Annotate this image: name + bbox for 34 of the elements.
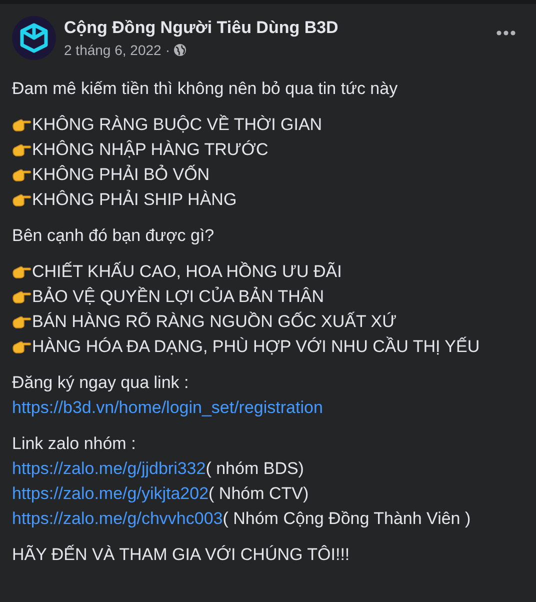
bullet-text: KHÔNG PHẢI BỎ VỐN (32, 164, 210, 186)
bullet-text: BÁN HÀNG RÕ RÀNG NGUỒN GỐC XUẤT XỨ (32, 310, 397, 333)
author-name[interactable]: Cộng Đồng Người Tiêu Dùng B3D (64, 17, 338, 39)
post-text: Link zalo nhóm : (12, 433, 137, 455)
separator: · (165, 41, 170, 59)
bullet-text: KHÔNG NHẬP HÀNG TRƯỚC (32, 139, 268, 161)
link-note: ( nhóm BDS) (206, 459, 304, 478)
globe-icon[interactable] (174, 44, 186, 56)
pointing-hand-icon (12, 142, 32, 158)
cube-logo-icon[interactable] (12, 16, 56, 60)
link[interactable]: https://b3d.vn/home/login_set/registration (12, 398, 323, 417)
link[interactable]: https://zalo.me/g/jjdbri332 (12, 459, 206, 478)
pointing-hand-icon (12, 288, 32, 304)
post-text: Bên cạnh đó bạn được gì? (12, 225, 216, 247)
bullet-text: KHÔNG PHẢI SHIP HÀNG (32, 188, 237, 211)
more-options-icon[interactable] (496, 30, 516, 36)
pointing-hand-icon (12, 314, 32, 330)
post-text: Đam mê kiếm tiền thì không nên bỏ qua tin tức này (12, 78, 399, 100)
link-note: ( Nhóm Cộng Đồng Thành Viên ) (222, 509, 471, 528)
pointing-hand-icon (12, 166, 32, 182)
pointing-hand-icon (12, 338, 32, 354)
post-text: HÃY ĐẾN VÀ THAM GIA VỚI CHÚNG TÔI!!! (12, 544, 351, 566)
bullet-text: KHÔNG RÀNG BUỘC VỀ THỜI GIAN (32, 114, 322, 136)
link-note: ( Nhóm CTV) (208, 484, 309, 503)
pointing-hand-icon (12, 116, 32, 132)
bullet-text: CHIẾT KHẤU CAO, HOA HỒNG ƯU ĐÃI (32, 260, 342, 283)
post-text: Đăng ký ngay qua link : (12, 372, 190, 394)
post-date[interactable]: 2 tháng 6, 2022 (64, 41, 162, 59)
pointing-hand-icon (12, 192, 32, 208)
bullet-text: HÀNG HÓA ĐA DẠNG, PHÙ HỢP VỚI NHU CẦU THỊ YẾU (32, 336, 480, 358)
pointing-hand-icon (12, 264, 32, 280)
bullet-text: BẢO VỆ QUYỀN LỢI CỦA BẢN THÂN (32, 286, 324, 308)
link[interactable]: https://zalo.me/g/chvvhc003 (12, 509, 223, 528)
link[interactable]: https://zalo.me/g/yikjta202 (12, 484, 209, 503)
